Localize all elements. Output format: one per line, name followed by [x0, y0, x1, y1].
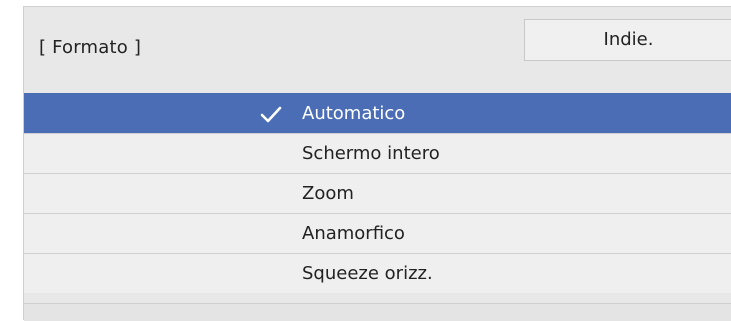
option-anamorfico[interactable]: Anamorfico: [24, 213, 731, 253]
option-label: Zoom: [302, 183, 354, 204]
check-icon: [260, 94, 282, 134]
format-menu-panel: [ Formato ] Indie. Automatico Schermo in…: [23, 6, 731, 321]
option-zoom[interactable]: Zoom: [24, 173, 731, 213]
option-label: Squeeze orizz.: [302, 263, 433, 284]
menu-title: [ Formato ]: [39, 37, 142, 58]
option-squeeze-orizz[interactable]: Squeeze orizz.: [24, 253, 731, 293]
back-button[interactable]: Indie.: [524, 19, 731, 61]
option-schermo-intero[interactable]: Schermo intero: [24, 133, 731, 173]
menu-footer: [24, 303, 731, 321]
menu-header: [ Formato ] Indie.: [24, 7, 731, 93]
format-options-list: Automatico Schermo intero Zoom Anamorfic…: [24, 93, 731, 293]
option-label: Schermo intero: [302, 143, 440, 164]
option-automatico[interactable]: Automatico: [24, 93, 731, 133]
option-label: Automatico: [302, 103, 406, 124]
option-label: Anamorfico: [302, 223, 405, 244]
